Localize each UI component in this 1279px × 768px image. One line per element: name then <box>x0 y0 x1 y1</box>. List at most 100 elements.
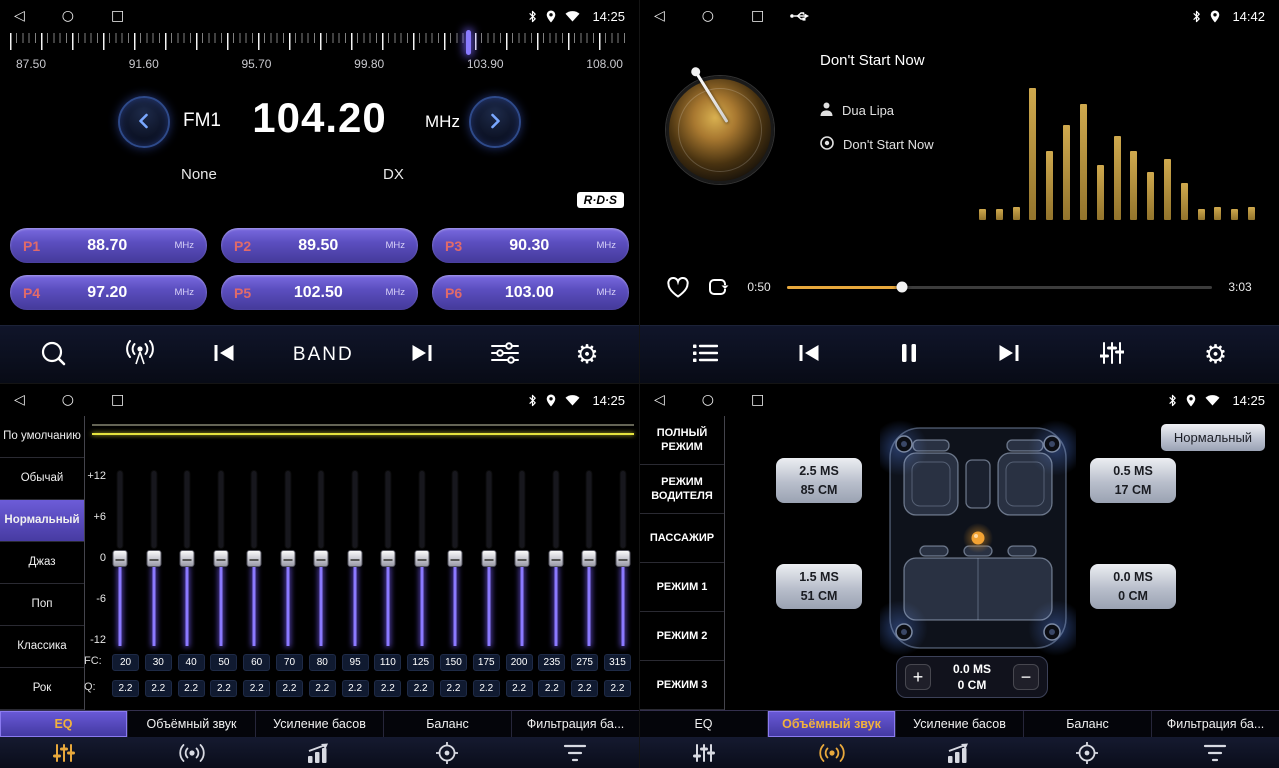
surround-mode-3[interactable]: РЕЖИМ 1 <box>640 563 724 612</box>
home-button[interactable]: ○ <box>702 9 714 23</box>
slider-knob[interactable] <box>247 550 262 567</box>
eq-band-slider-3[interactable] <box>179 470 195 646</box>
home-button[interactable]: ○ <box>62 9 74 23</box>
preset-button-p1[interactable]: P188.70MHz <box>10 228 207 263</box>
eq-preset-0[interactable]: По умолчанию <box>0 416 84 458</box>
eq-sliders-icon[interactable] <box>640 737 768 768</box>
eq-sliders-icon[interactable] <box>0 737 128 768</box>
mixer-button[interactable] <box>1100 342 1124 367</box>
previous-button[interactable] <box>797 344 821 365</box>
tab-surround[interactable]: Объёмный звук <box>128 711 256 737</box>
preset-button-p6[interactable]: P6103.00MHz <box>432 275 629 310</box>
eq-band-slider-6[interactable] <box>280 470 296 646</box>
eq-preset-3[interactable]: Джаз <box>0 542 84 584</box>
back-button[interactable]: ◁ <box>654 9 665 23</box>
preset-button-p2[interactable]: P289.50MHz <box>221 228 418 263</box>
delay-rear-left[interactable]: 1.5 MS51 CM <box>776 564 862 609</box>
eq-preset-4[interactable]: Поп <box>0 584 84 626</box>
eq-band-slider-15[interactable] <box>581 470 597 646</box>
pause-button[interactable] <box>901 343 917 366</box>
tab-eq[interactable]: EQ <box>0 711 128 737</box>
back-button[interactable]: ◁ <box>14 393 25 407</box>
recents-button[interactable]: □ <box>111 393 124 407</box>
recents-button[interactable]: □ <box>751 393 764 407</box>
filter-icon[interactable] <box>1151 737 1279 768</box>
tab-surround[interactable]: Объёмный звук <box>768 711 896 737</box>
slider-knob[interactable] <box>213 550 228 567</box>
delay-rear-right[interactable]: 0.0 MS0 CM <box>1090 564 1176 609</box>
preset-button-p5[interactable]: P5102.50MHz <box>221 275 418 310</box>
back-button[interactable]: ◁ <box>654 393 665 407</box>
slider-knob[interactable] <box>347 550 362 567</box>
seek-bar[interactable] <box>787 286 1212 289</box>
preset-button-p3[interactable]: P390.30MHz <box>432 228 629 263</box>
settings-button[interactable]: ⚙ <box>1204 342 1227 368</box>
eq-band-slider-5[interactable] <box>246 470 262 646</box>
tab-eq[interactable]: EQ <box>640 711 768 737</box>
seek-thumb[interactable] <box>896 282 907 293</box>
back-button[interactable]: ◁ <box>14 9 25 23</box>
slider-knob[interactable] <box>113 550 128 567</box>
audio-settings-button[interactable] <box>491 342 519 367</box>
delay-front-left[interactable]: 2.5 MS85 CM <box>776 458 862 503</box>
slider-knob[interactable] <box>448 550 463 567</box>
home-button[interactable]: ○ <box>702 393 714 407</box>
eq-band-slider-9[interactable] <box>380 470 396 646</box>
slider-knob[interactable] <box>481 550 496 567</box>
broadcast-button[interactable] <box>124 340 156 369</box>
slider-knob[interactable] <box>582 550 597 567</box>
tab-balance[interactable]: Баланс <box>384 711 512 737</box>
recents-button[interactable]: □ <box>111 9 124 23</box>
delay-front-right[interactable]: 0.5 MS17 CM <box>1090 458 1176 503</box>
eq-band-slider-16[interactable] <box>615 470 631 646</box>
repeat-button[interactable] <box>705 277 731 297</box>
slider-knob[interactable] <box>280 550 295 567</box>
eq-band-slider-2[interactable] <box>146 470 162 646</box>
tune-down-button[interactable] <box>118 96 170 148</box>
surround-mode-4[interactable]: РЕЖИМ 2 <box>640 612 724 661</box>
band-button[interactable]: BAND <box>293 344 354 366</box>
slider-knob[interactable] <box>615 550 630 567</box>
eq-preset-6[interactable]: Рок <box>0 668 84 710</box>
surround-sound-icon[interactable] <box>128 737 256 768</box>
frequency-scale[interactable]: 87.5091.6095.7099.80103.90108.00 <box>0 33 639 81</box>
eq-band-slider-8[interactable] <box>347 470 363 646</box>
recents-button[interactable]: □ <box>751 9 764 23</box>
delay-increase-button[interactable]: + <box>905 664 931 690</box>
preset-button-p4[interactable]: P497.20MHz <box>10 275 207 310</box>
sound-profile-button[interactable]: Нормальный <box>1161 424 1265 451</box>
favorite-button[interactable] <box>666 277 690 298</box>
slider-knob[interactable] <box>314 550 329 567</box>
eq-band-slider-12[interactable] <box>481 470 497 646</box>
slider-knob[interactable] <box>414 550 429 567</box>
eq-band-slider-14[interactable] <box>548 470 564 646</box>
playlist-button[interactable] <box>692 343 718 366</box>
tab-filter[interactable]: Фильтрация ба... <box>512 711 639 737</box>
eq-band-slider-11[interactable] <box>447 470 463 646</box>
delay-decrease-button[interactable]: − <box>1013 664 1039 690</box>
eq-band-slider-10[interactable] <box>414 470 430 646</box>
balance-icon[interactable] <box>383 737 511 768</box>
surround-sound-icon[interactable] <box>768 737 896 768</box>
eq-preset-2[interactable]: Нормальный <box>0 500 84 542</box>
settings-button[interactable]: ⚙ <box>575 342 598 368</box>
slider-knob[interactable] <box>146 550 161 567</box>
slider-knob[interactable] <box>180 550 195 567</box>
seek-prev-button[interactable] <box>212 344 236 365</box>
filter-icon[interactable] <box>511 737 639 768</box>
eq-band-slider-7[interactable] <box>313 470 329 646</box>
eq-band-slider-1[interactable] <box>112 470 128 646</box>
surround-mode-5[interactable]: РЕЖИМ 3 <box>640 661 724 710</box>
eq-preset-5[interactable]: Классика <box>0 626 84 668</box>
seek-next-button[interactable] <box>410 344 434 365</box>
tab-filter[interactable]: Фильтрация ба... <box>1152 711 1279 737</box>
scan-button[interactable] <box>40 340 67 370</box>
eq-band-slider-4[interactable] <box>213 470 229 646</box>
eq-band-slider-13[interactable] <box>514 470 530 646</box>
surround-mode-0[interactable]: ПОЛНЫЙ РЕЖИМ <box>640 416 724 465</box>
slider-knob[interactable] <box>381 550 396 567</box>
tab-bass-boost[interactable]: Усиление басов <box>256 711 384 737</box>
slider-knob[interactable] <box>515 550 530 567</box>
surround-mode-2[interactable]: ПАССАЖИР <box>640 514 724 563</box>
tab-balance[interactable]: Баланс <box>1024 711 1152 737</box>
